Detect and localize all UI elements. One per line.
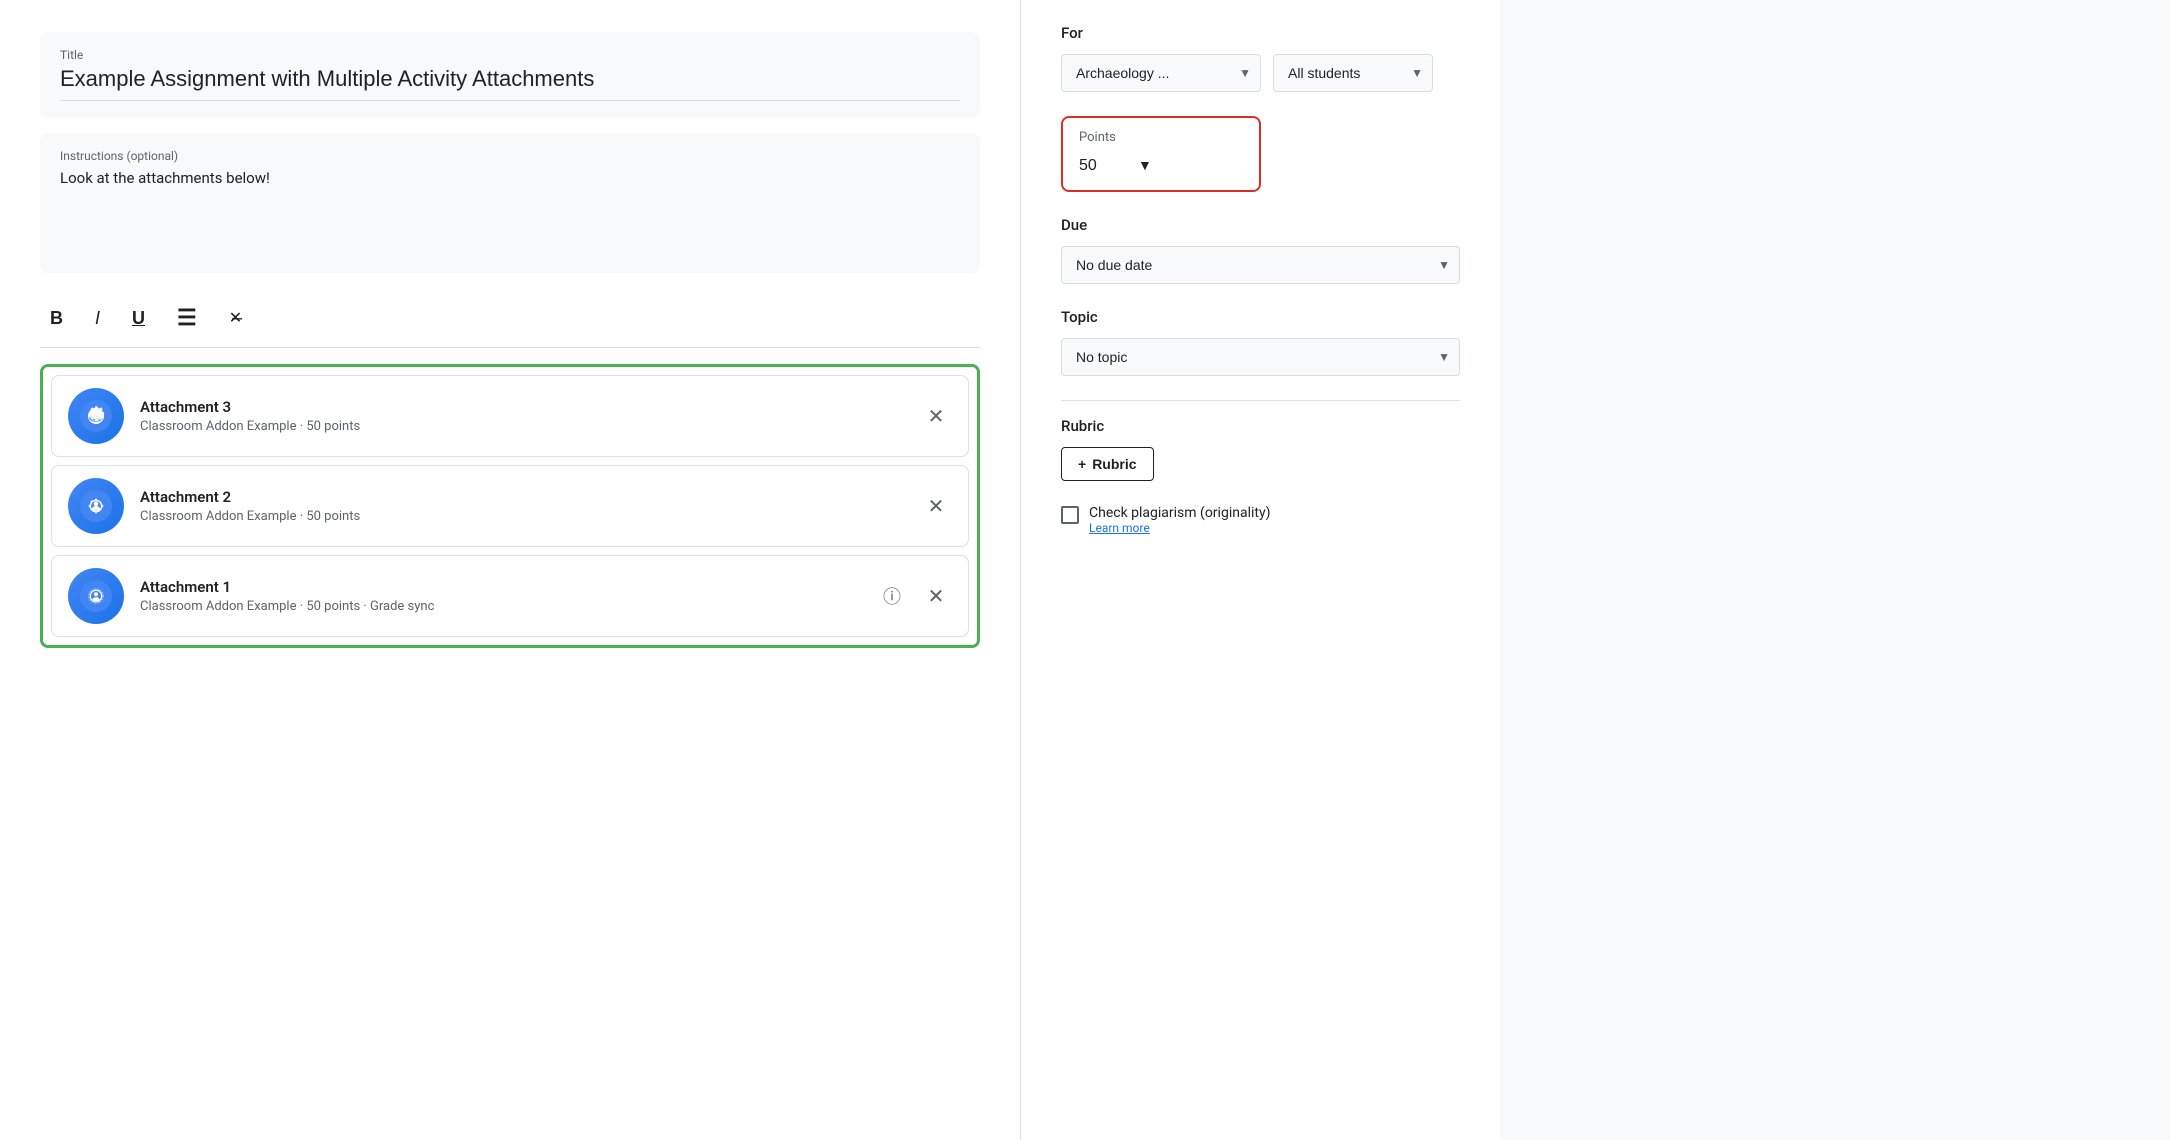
- students-dropdown-wrapper: All students ▼: [1273, 54, 1433, 92]
- title-section: Title: [40, 32, 980, 117]
- attachment-icon-3: [68, 388, 124, 444]
- for-label: For: [1061, 24, 1460, 42]
- class-dropdown[interactable]: Archaeology ...: [1061, 54, 1261, 92]
- points-chevron: ▼: [1138, 157, 1152, 174]
- topic-dropdown-wrapper: No topic ▼: [1061, 338, 1460, 376]
- formatting-toolbar: B I U ☰ ✕̶: [40, 289, 980, 348]
- points-section: Points 50 100 0 ▼: [1061, 116, 1460, 192]
- attachment-icon-2: [68, 478, 124, 534]
- attachment-card-3: Attachment 3 Classroom Addon Example · 5…: [51, 375, 969, 457]
- underline-button[interactable]: U: [126, 304, 151, 333]
- title-input[interactable]: [60, 66, 960, 101]
- class-dropdown-wrapper: Archaeology ... ▼: [1061, 54, 1261, 92]
- points-box: Points 50 100 0 ▼: [1061, 116, 1261, 192]
- attachment-2-info: Attachment 2 Classroom Addon Example · 5…: [140, 488, 904, 524]
- attachment-1-actions: ⓘ ✕: [876, 580, 952, 612]
- attachment-card-1: Attachment 1 Classroom Addon Example · 5…: [51, 555, 969, 637]
- attachment-3-actions: ✕: [920, 400, 952, 432]
- attachment-1-info-button[interactable]: ⓘ: [876, 580, 908, 612]
- attachment-icon-1: [68, 568, 124, 624]
- list-button[interactable]: ☰: [171, 301, 203, 335]
- attachment-card-2: Attachment 2 Classroom Addon Example · 5…: [51, 465, 969, 547]
- attachment-1-info: Attachment 1 Classroom Addon Example · 5…: [140, 578, 860, 614]
- plagiarism-row: Check plagiarism (originality) Learn mor…: [1061, 505, 1460, 535]
- topic-section: Topic No topic ▼: [1061, 308, 1460, 376]
- divider: [1061, 400, 1460, 401]
- students-dropdown[interactable]: All students: [1273, 54, 1433, 92]
- plagiarism-checkbox[interactable]: [1061, 506, 1079, 524]
- rubric-label: Rubric: [1061, 417, 1460, 435]
- attachment-1-title: Attachment 1: [140, 578, 860, 596]
- attachment-1-subtitle: Classroom Addon Example · 50 points · Gr…: [140, 599, 860, 614]
- attachment-2-subtitle: Classroom Addon Example · 50 points: [140, 509, 904, 524]
- instructions-section: Instructions (optional) Look at the atta…: [40, 133, 980, 273]
- rubric-section: Rubric + Rubric: [1061, 417, 1460, 481]
- attachment-3-info: Attachment 3 Classroom Addon Example · 5…: [140, 398, 904, 434]
- attachment-2-title: Attachment 2: [140, 488, 904, 506]
- rubric-plus-icon: +: [1078, 456, 1086, 472]
- title-label: Title: [60, 48, 960, 62]
- attachment-1-remove-button[interactable]: ✕: [920, 580, 952, 612]
- points-dropdown-wrapper: 50 100 0 ▼: [1079, 153, 1243, 178]
- attachments-container: Attachment 3 Classroom Addon Example · 5…: [40, 364, 980, 648]
- topic-dropdown[interactable]: No topic: [1061, 338, 1460, 376]
- due-label: Due: [1061, 216, 1460, 234]
- for-section: For Archaeology ... ▼ All students ▼: [1061, 24, 1460, 92]
- attachment-2-actions: ✕: [920, 490, 952, 522]
- topic-label: Topic: [1061, 308, 1460, 326]
- right-panel: For Archaeology ... ▼ All students ▼ Poi…: [1020, 0, 1500, 1140]
- points-dropdown[interactable]: 50 100 0: [1079, 153, 1138, 178]
- attachment-3-title: Attachment 3: [140, 398, 904, 416]
- due-section: Due No due date ▼: [1061, 216, 1460, 284]
- points-label: Points: [1079, 130, 1243, 145]
- italic-button[interactable]: I: [89, 304, 106, 333]
- for-dropdowns: Archaeology ... ▼ All students ▼: [1061, 54, 1460, 92]
- attachment-2-remove-button[interactable]: ✕: [920, 490, 952, 522]
- instructions-label: Instructions (optional): [60, 149, 960, 163]
- add-rubric-button[interactable]: + Rubric: [1061, 447, 1154, 481]
- clear-format-button[interactable]: ✕̶: [223, 304, 248, 332]
- due-dropdown[interactable]: No due date: [1061, 246, 1460, 284]
- attachment-3-remove-button[interactable]: ✕: [920, 400, 952, 432]
- attachment-3-subtitle: Classroom Addon Example · 50 points: [140, 419, 904, 434]
- plagiarism-label: Check plagiarism (originality): [1089, 505, 1270, 521]
- plagiarism-text: Check plagiarism (originality) Learn mor…: [1089, 505, 1270, 535]
- learn-more-link[interactable]: Learn more: [1089, 521, 1270, 535]
- bold-button[interactable]: B: [44, 304, 69, 333]
- due-dropdown-wrapper: No due date ▼: [1061, 246, 1460, 284]
- rubric-button-label: Rubric: [1092, 456, 1136, 472]
- instructions-text[interactable]: Look at the attachments below!: [60, 169, 960, 187]
